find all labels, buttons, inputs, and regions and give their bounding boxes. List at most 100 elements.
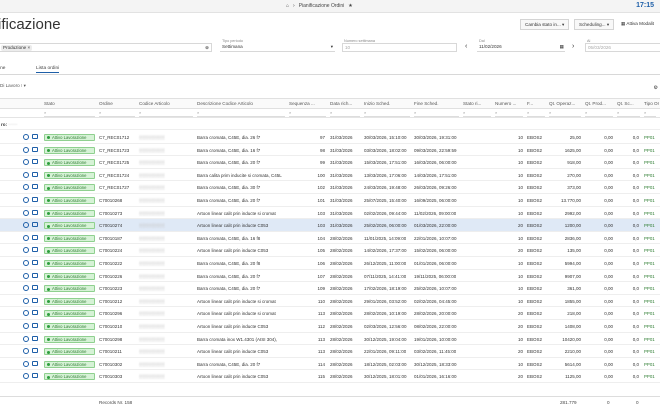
info-icon[interactable] — [23, 184, 29, 191]
change-state-button[interactable]: Cambia stato in... ▾ — [520, 19, 570, 30]
column-header[interactable]: Qt. Sc... — [617, 101, 634, 106]
column-header[interactable]: Inizio Sched. — [364, 101, 390, 106]
table-row[interactable]: Attivo Lavorazione C70010298 ▒▒▒▒▒▒▒▒ Barra… — [0, 333, 660, 346]
period-type-select[interactable]: Settimana ▾ — [220, 43, 335, 52]
column-filter-input[interactable]: ⌕ — [197, 110, 285, 117]
column-header[interactable]: Stato ri... — [463, 101, 481, 106]
info-icon[interactable] — [23, 272, 29, 279]
column-header[interactable]: Codice Articolo — [139, 101, 170, 106]
folder-icon[interactable] — [32, 285, 38, 291]
table-row[interactable]: Attivo Lavorazione C70010296 ▒▒▒▒▒▒▒▒ Artoo… — [0, 307, 660, 320]
column-header[interactable]: Ordine — [99, 101, 113, 106]
table-row[interactable]: Attivo Lavorazione C70010224 ▒▒▒▒▒▒▒▒ Artoo… — [0, 244, 660, 257]
column-header[interactable]: Data rich... — [330, 101, 352, 106]
folder-icon[interactable] — [32, 222, 38, 228]
column-filter-input[interactable]: ⌕ — [527, 110, 545, 117]
folder-icon[interactable] — [32, 310, 38, 316]
prev-arrow-icon[interactable]: ‹ — [465, 43, 467, 50]
info-icon[interactable] — [23, 297, 29, 304]
info-icon[interactable] — [23, 310, 29, 317]
column-filter-input[interactable]: ⌕ — [495, 110, 523, 117]
folder-icon[interactable] — [32, 159, 38, 165]
tab-timeline[interactable]: line — [0, 66, 5, 71]
breadcrumb-page[interactable]: Pianificazione Ordini — [299, 3, 345, 9]
column-filter-input[interactable]: ⌕ — [414, 110, 459, 117]
group-by-bar[interactable]: Di Lavoro ⁝ ▾ — [0, 83, 26, 92]
table-row[interactable]: Attivo Lavorazione C70010187 ▒▒▒▒▒▒▒▒ Barra… — [0, 232, 660, 245]
folder-icon[interactable] — [32, 134, 38, 139]
column-filter-input[interactable]: ⌕ — [463, 110, 491, 117]
folder-icon[interactable] — [32, 171, 38, 177]
from-date-input[interactable]: 11/02/2026 ▦ — [477, 43, 565, 52]
column-header[interactable]: Tipo Or — [644, 101, 659, 106]
clear-icon[interactable]: ⊗ — [205, 44, 209, 51]
table-row[interactable]: Attivo Lavorazione C7_REC01727 ▒▒▒▒▒▒▒▒ Bar… — [0, 181, 660, 194]
column-filter-input[interactable]: ⌕ — [364, 110, 410, 117]
column-filter-input[interactable]: ⌕ — [139, 110, 193, 117]
info-icon[interactable] — [23, 323, 29, 329]
table-row[interactable]: Attivo Lavorazione C70010222 ▒▒▒▒▒▒▒▒ Barra… — [0, 257, 660, 270]
star-icon[interactable]: ★ — [348, 3, 352, 9]
info-icon[interactable] — [23, 360, 29, 367]
next-arrow-icon[interactable]: › — [572, 43, 574, 50]
folder-icon[interactable] — [32, 247, 38, 253]
table-row[interactable]: Attivo Lavorazione C70010302 ▒▒▒▒▒▒▒▒ Barra… — [0, 358, 660, 371]
table-row[interactable]: Attivo Lavorazione C70010274 ▒▒▒▒▒▒▒▒ Artoo… — [0, 219, 660, 232]
settings-icon[interactable]: ⚙ — [654, 85, 658, 91]
table-row[interactable]: Attivo Lavorazione C70010226 ▒▒▒▒▒▒▒▒ Barra… — [0, 270, 660, 283]
info-icon[interactable] — [23, 222, 29, 229]
group-row[interactable]: ro: ······ — [0, 119, 660, 130]
column-filter-input[interactable]: ⌕ — [549, 110, 581, 117]
info-icon[interactable] — [23, 197, 29, 203]
info-icon[interactable] — [23, 171, 29, 178]
table-row[interactable]: Attivo Lavorazione C70010268 ▒▒▒▒▒▒▒▒ Barra… — [0, 194, 660, 207]
folder-icon[interactable] — [32, 360, 38, 366]
folder-icon[interactable] — [32, 234, 38, 240]
info-icon[interactable] — [23, 373, 29, 380]
home-icon[interactable]: ⌂ — [286, 3, 289, 9]
table-row[interactable]: Attivo Lavorazione C70010211 ▒▒▒▒▒▒▒▒ Artoo… — [0, 345, 660, 358]
table-row[interactable]: Attivo Lavorazione C70010303 ▒▒▒▒▒▒▒▒ Artoo… — [0, 370, 660, 383]
week-number-input[interactable]: 10 — [342, 43, 457, 52]
table-row[interactable]: Attivo Lavorazione C7_REC01725 ▒▒▒▒▒▒▒▒ Bar… — [0, 156, 660, 169]
folder-icon[interactable] — [32, 260, 38, 265]
info-icon[interactable] — [23, 159, 29, 166]
info-icon[interactable] — [23, 247, 29, 254]
info-icon[interactable] — [23, 335, 29, 342]
folder-icon[interactable] — [32, 373, 38, 379]
info-icon[interactable] — [23, 209, 29, 216]
info-icon[interactable] — [23, 348, 29, 355]
folder-icon[interactable] — [32, 197, 38, 202]
table-row[interactable]: Attivo Lavorazione C70010223 ▒▒▒▒▒▒▒▒ Barra… — [0, 282, 660, 295]
info-icon[interactable] — [23, 234, 29, 241]
column-header[interactable]: Stato — [44, 101, 55, 106]
folder-icon[interactable] — [32, 146, 38, 152]
info-icon[interactable] — [23, 134, 29, 140]
info-icon[interactable] — [23, 285, 29, 292]
state-filter[interactable]: Produzione × ⊗ — [0, 43, 212, 52]
column-filter-input[interactable]: ⌕ — [44, 110, 95, 117]
column-header[interactable]: Sequenza ... — [289, 101, 315, 106]
folder-icon[interactable] — [32, 323, 38, 328]
column-filter-input[interactable]: ⌕ — [330, 110, 360, 117]
column-filter-input[interactable]: ⌕ — [289, 110, 326, 117]
column-filter-input[interactable]: ⌕ — [644, 110, 656, 117]
folder-icon[interactable] — [32, 297, 38, 303]
activate-mode-button[interactable]: ▦ Attiva Modalit — [617, 19, 658, 30]
column-filter-input[interactable]: ⌕ — [585, 110, 613, 117]
column-header[interactable]: Fine Sched. — [414, 101, 439, 106]
table-row[interactable]: Attivo Lavorazione C7_REC01723 ▒▒▒▒▒▒▒▒ Bar… — [0, 144, 660, 157]
table-row[interactable]: Attivo Lavorazione C70010212 ▒▒▒▒▒▒▒▒ Artoo… — [0, 295, 660, 308]
column-header[interactable]: F... — [527, 101, 533, 106]
column-header[interactable]: Qt. Operaz... — [549, 101, 575, 106]
folder-icon[interactable] — [32, 184, 38, 190]
folder-icon[interactable] — [32, 335, 38, 341]
table-row[interactable]: Attivo Lavorazione C70010273 ▒▒▒▒▒▒▒▒ Artoo… — [0, 207, 660, 220]
info-icon[interactable] — [23, 146, 29, 153]
info-icon[interactable] — [23, 260, 29, 266]
scheduling-button[interactable]: Scheduling... ▾ — [574, 19, 615, 30]
folder-icon[interactable] — [32, 272, 38, 278]
column-filter-input[interactable]: ⌕ — [617, 110, 640, 117]
table-row[interactable]: Attivo Lavorazione C70010210 ▒▒▒▒▒▒▒▒ Artoo… — [0, 320, 660, 333]
column-header[interactable]: Numero ... — [495, 101, 516, 106]
